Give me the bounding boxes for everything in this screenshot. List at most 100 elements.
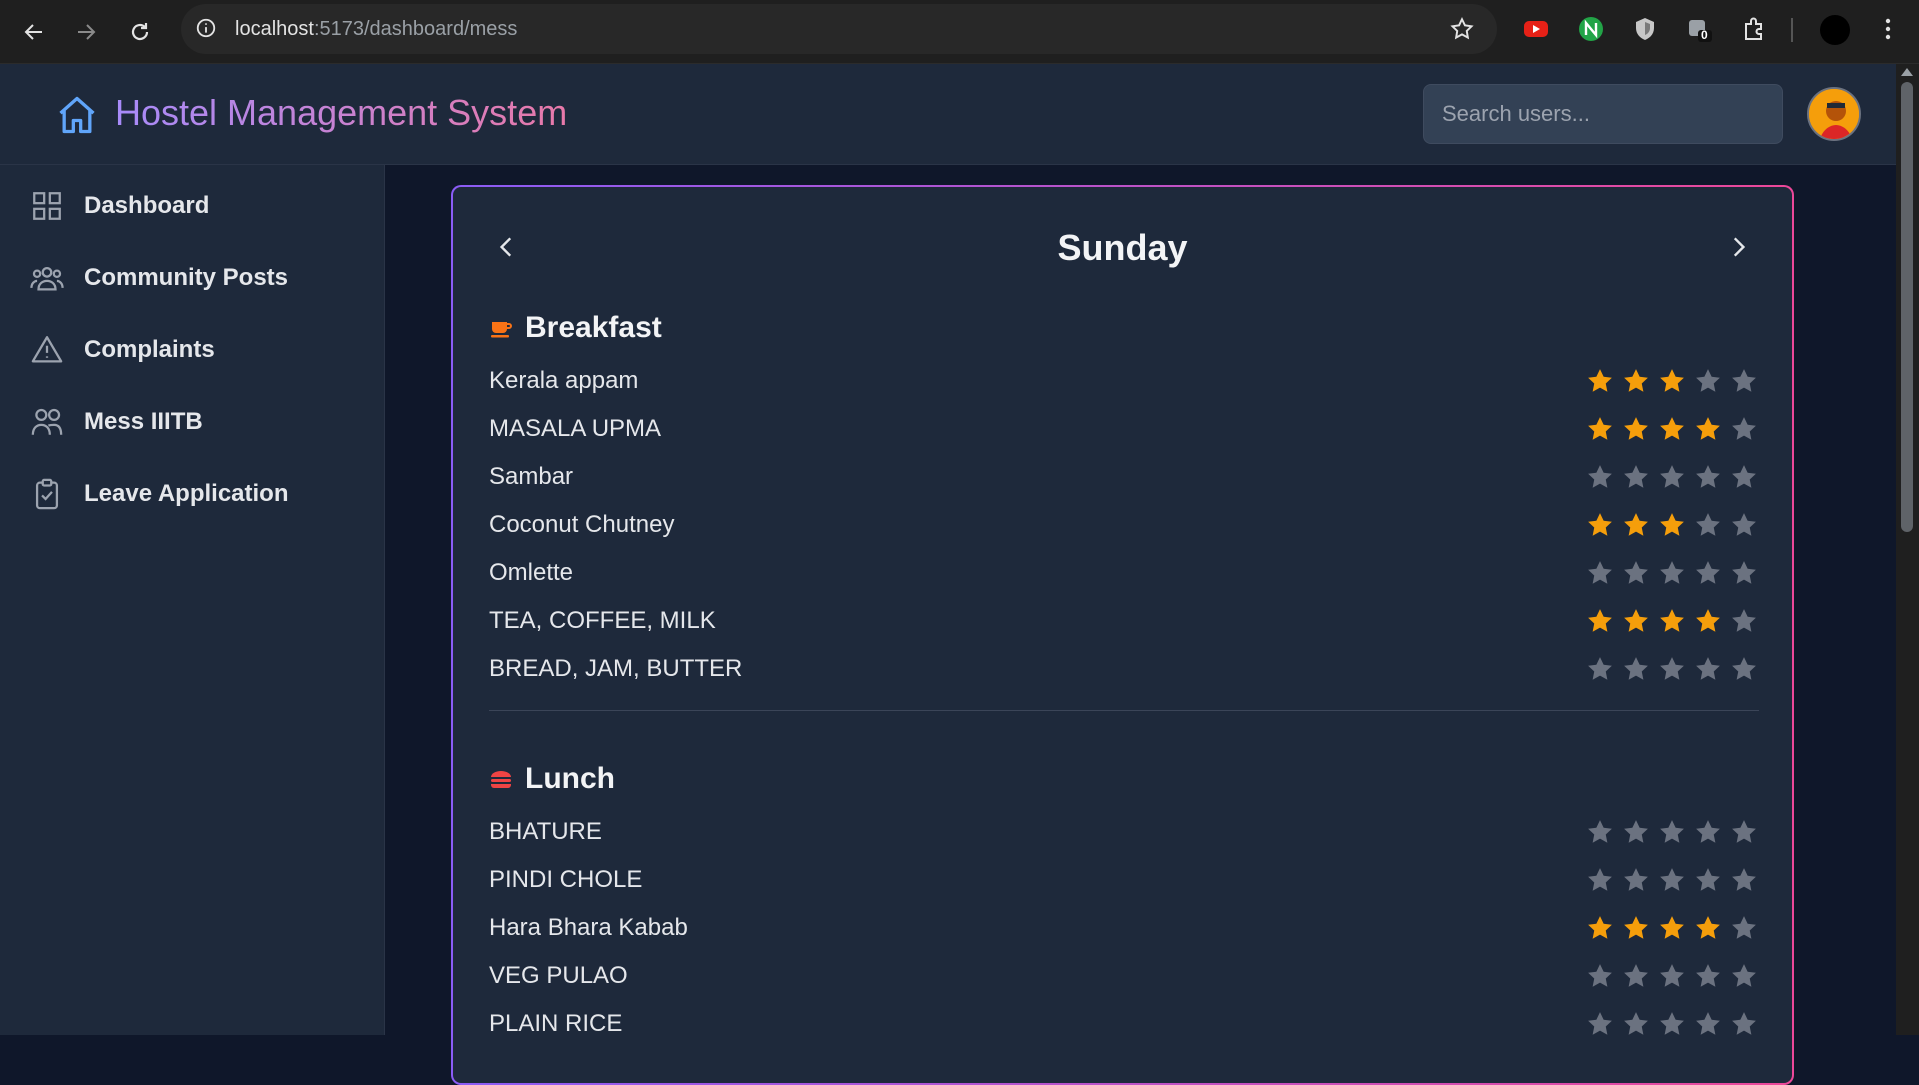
- page-scrollbar[interactable]: [1896, 64, 1919, 1035]
- star-icon[interactable]: [1693, 817, 1723, 847]
- sidebar-item-dashboard[interactable]: Dashboard: [30, 182, 360, 230]
- reload-icon: [131, 23, 149, 41]
- menu-item-name: Omlette: [489, 559, 574, 586]
- star-icon[interactable]: [1585, 462, 1615, 492]
- menu-item-row: BREAD, JAM, BUTTER: [489, 649, 1759, 689]
- star-rating: [1585, 817, 1759, 847]
- star-icon[interactable]: [1585, 654, 1615, 684]
- star-icon[interactable]: [1693, 366, 1723, 396]
- kebab-menu-icon[interactable]: [1875, 16, 1901, 42]
- star-icon[interactable]: [1693, 654, 1723, 684]
- menu-item-row: Hara Bhara Kabab: [489, 908, 1759, 948]
- star-icon[interactable]: [1657, 510, 1687, 540]
- star-icon[interactable]: [1729, 414, 1759, 444]
- star-icon[interactable]: [1693, 414, 1723, 444]
- browser-toolbar: localhost:5173/dashboard/mess 0: [0, 0, 1919, 64]
- menu-item-name: VEG PULAO: [489, 962, 628, 989]
- extension-badge: 0: [1701, 28, 1708, 42]
- search-users-input[interactable]: [1423, 84, 1783, 144]
- shield-extension-icon[interactable]: [1632, 16, 1658, 42]
- sidebar-item-label: Complaints: [84, 336, 215, 363]
- sidebar-item-label: Leave Application: [84, 480, 289, 507]
- star-icon[interactable]: [1729, 654, 1759, 684]
- menu-item-name: Coconut Chutney: [489, 511, 675, 538]
- star-icon[interactable]: [1585, 913, 1615, 943]
- star-icon[interactable]: [1585, 961, 1615, 991]
- star-icon[interactable]: [1693, 558, 1723, 588]
- star-icon[interactable]: [1621, 961, 1651, 991]
- star-icon[interactable]: [1585, 817, 1615, 847]
- site-info-icon[interactable]: [195, 17, 217, 39]
- star-icon[interactable]: [1621, 817, 1651, 847]
- star-icon[interactable]: [1657, 558, 1687, 588]
- arrow-right-icon: [78, 24, 96, 40]
- menu-item-row: VEG PULAO: [489, 956, 1759, 996]
- star-icon[interactable]: [1693, 913, 1723, 943]
- menu-item-row: Omlette: [489, 553, 1759, 593]
- sidebar-item-label: Mess IIITB: [84, 408, 203, 435]
- star-rating: [1585, 606, 1759, 636]
- home-icon[interactable]: [55, 93, 99, 137]
- address-bar[interactable]: localhost:5173/dashboard/mess: [181, 4, 1497, 54]
- star-icon[interactable]: [1657, 817, 1687, 847]
- star-icon[interactable]: [1693, 510, 1723, 540]
- star-icon[interactable]: [1621, 654, 1651, 684]
- star-icon[interactable]: [1729, 366, 1759, 396]
- app-title[interactable]: Hostel Management System: [115, 92, 567, 134]
- star-icon[interactable]: [1729, 606, 1759, 636]
- star-icon[interactable]: [1729, 865, 1759, 895]
- star-icon[interactable]: [1693, 462, 1723, 492]
- star-icon[interactable]: [1657, 654, 1687, 684]
- scroll-thumb[interactable]: [1901, 82, 1913, 532]
- star-icon[interactable]: [1657, 913, 1687, 943]
- n-extension-icon[interactable]: [1578, 16, 1604, 42]
- star-icon[interactable]: [1621, 558, 1651, 588]
- star-icon[interactable]: [1729, 510, 1759, 540]
- bookmark-star-icon[interactable]: [1449, 16, 1475, 42]
- scroll-up-arrow-icon[interactable]: [1901, 68, 1913, 76]
- star-icon[interactable]: [1585, 606, 1615, 636]
- reload-button[interactable]: [122, 14, 158, 50]
- sidebar: Dashboard Community Posts Complaints Mes…: [0, 165, 385, 1035]
- star-icon[interactable]: [1621, 913, 1651, 943]
- star-icon[interactable]: [1657, 961, 1687, 991]
- star-icon[interactable]: [1621, 366, 1651, 396]
- star-icon[interactable]: [1585, 510, 1615, 540]
- star-icon[interactable]: [1585, 865, 1615, 895]
- star-icon[interactable]: [1693, 865, 1723, 895]
- star-icon[interactable]: [1621, 606, 1651, 636]
- url-text[interactable]: localhost:5173/dashboard/mess: [235, 18, 517, 41]
- star-icon[interactable]: [1585, 366, 1615, 396]
- star-icon[interactable]: [1729, 961, 1759, 991]
- next-day-button[interactable]: [1718, 227, 1758, 267]
- star-icon[interactable]: [1657, 414, 1687, 444]
- star-icon[interactable]: [1657, 462, 1687, 492]
- sidebar-item-leave-application[interactable]: Leave Application: [30, 470, 360, 518]
- sidebar-item-community-posts[interactable]: Community Posts: [30, 254, 360, 302]
- star-icon[interactable]: [1729, 558, 1759, 588]
- star-rating: [1585, 961, 1759, 991]
- star-icon[interactable]: [1621, 865, 1651, 895]
- star-icon[interactable]: [1729, 462, 1759, 492]
- youtube-extension-icon[interactable]: [1523, 16, 1549, 42]
- star-icon[interactable]: [1585, 558, 1615, 588]
- star-icon[interactable]: [1657, 366, 1687, 396]
- user-avatar[interactable]: [1807, 87, 1861, 141]
- star-icon[interactable]: [1621, 462, 1651, 492]
- star-icon[interactable]: [1693, 961, 1723, 991]
- sidebar-item-mess-iiitb[interactable]: Mess IIITB: [30, 398, 360, 446]
- sidebar-item-complaints[interactable]: Complaints: [30, 326, 360, 374]
- back-button[interactable]: [16, 14, 52, 50]
- star-icon[interactable]: [1729, 817, 1759, 847]
- star-icon[interactable]: [1657, 865, 1687, 895]
- profile-avatar-icon[interactable]: [1820, 15, 1850, 45]
- counter-extension-icon[interactable]: 0: [1686, 16, 1712, 42]
- star-icon[interactable]: [1729, 913, 1759, 943]
- star-icon[interactable]: [1585, 414, 1615, 444]
- star-icon[interactable]: [1657, 606, 1687, 636]
- star-icon[interactable]: [1621, 414, 1651, 444]
- forward-button[interactable]: [68, 14, 104, 50]
- extensions-puzzle-icon[interactable]: [1741, 16, 1767, 42]
- star-icon[interactable]: [1621, 510, 1651, 540]
- star-icon[interactable]: [1693, 606, 1723, 636]
